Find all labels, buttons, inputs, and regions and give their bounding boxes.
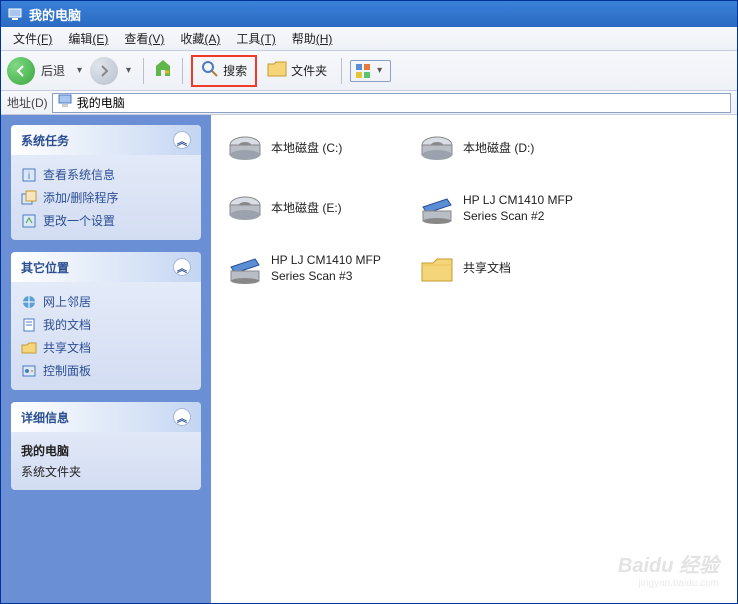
main-area: 系统任务 ︽ i 查看系统信息 添加/删除程序 更改一个设置 bbox=[1, 115, 737, 603]
link-label: 我的文档 bbox=[43, 316, 91, 333]
forward-button[interactable] bbox=[90, 57, 118, 85]
panel-title: 详细信息 bbox=[21, 409, 69, 426]
search-icon bbox=[201, 60, 219, 81]
watermark: Baidu 经验 jingyan.baidu.com bbox=[618, 549, 719, 589]
menu-tools[interactable]: 工具(T) bbox=[228, 28, 283, 49]
separator bbox=[341, 58, 342, 84]
control-panel-icon bbox=[21, 363, 37, 379]
panel-title: 系统任务 bbox=[21, 132, 69, 149]
separator bbox=[182, 58, 183, 84]
titlebar: 我的电脑 bbox=[1, 1, 737, 27]
task-change-setting[interactable]: 更改一个设置 bbox=[21, 209, 191, 232]
my-computer-icon bbox=[57, 94, 73, 111]
shared-folder[interactable]: 共享文档 bbox=[419, 251, 579, 287]
forward-dropdown[interactable]: ▾ bbox=[122, 65, 135, 76]
drive-e[interactable]: 本地磁盘 (E:) bbox=[227, 191, 387, 227]
drive-c[interactable]: 本地磁盘 (C:) bbox=[227, 131, 387, 167]
link-control-panel[interactable]: 控制面板 bbox=[21, 359, 191, 382]
folder-icon bbox=[21, 340, 37, 356]
panel-header[interactable]: 详细信息 ︽ bbox=[11, 402, 201, 432]
system-tasks-panel: 系统任务 ︽ i 查看系统信息 添加/删除程序 更改一个设置 bbox=[11, 125, 201, 240]
separator bbox=[143, 58, 144, 84]
details-type: 系统文件夹 bbox=[21, 461, 191, 482]
panel-body: 网上邻居 我的文档 共享文档 控制面板 bbox=[11, 282, 201, 390]
search-label: 搜索 bbox=[223, 62, 247, 79]
item-label: HP LJ CM1410 MFP Series Scan #3 bbox=[271, 253, 387, 284]
menu-help[interactable]: 帮助(H) bbox=[284, 28, 341, 49]
task-add-remove-programs[interactable]: 添加/删除程序 bbox=[21, 186, 191, 209]
collapse-icon[interactable]: ︽ bbox=[173, 408, 191, 426]
other-places-panel: 其它位置 ︽ 网上邻居 我的文档 共享文档 控制面板 bbox=[11, 252, 201, 390]
watermark-sub: jingyan.baidu.com bbox=[618, 578, 719, 589]
watermark-text: Baidu 经验 bbox=[618, 555, 719, 577]
task-view-system-info[interactable]: i 查看系统信息 bbox=[21, 163, 191, 186]
search-button[interactable]: 搜索 bbox=[191, 55, 257, 87]
menu-favorites[interactable]: 收藏(A) bbox=[172, 28, 228, 49]
task-label: 添加/删除程序 bbox=[43, 189, 118, 206]
panel-title: 其它位置 bbox=[21, 259, 69, 276]
addressbar: 地址(D) 我的电脑 bbox=[1, 91, 737, 115]
scanner-3[interactable]: HP LJ CM1410 MFP Series Scan #3 bbox=[227, 251, 387, 287]
scanner-icon bbox=[227, 251, 263, 287]
setting-icon bbox=[21, 213, 37, 229]
item-label: 本地磁盘 (C:) bbox=[271, 141, 342, 157]
scanner-icon bbox=[419, 191, 455, 227]
drive-icon bbox=[419, 131, 455, 167]
folder-icon bbox=[267, 60, 287, 81]
folders-button[interactable]: 文件夹 bbox=[261, 58, 333, 83]
drive-icon bbox=[227, 191, 263, 227]
window-title: 我的电脑 bbox=[29, 5, 81, 24]
panel-header[interactable]: 其它位置 ︽ bbox=[11, 252, 201, 282]
item-label: 共享文档 bbox=[463, 261, 511, 277]
task-label: 更改一个设置 bbox=[43, 212, 115, 229]
toolbar: 后退 ▾ ▾ 搜索 文件夹 ▾ bbox=[1, 51, 737, 91]
menu-edit[interactable]: 编辑(E) bbox=[60, 28, 116, 49]
panel-body: 我的电脑 系统文件夹 bbox=[11, 432, 201, 490]
folder-icon bbox=[419, 251, 455, 287]
back-label: 后退 bbox=[41, 62, 65, 79]
up-button[interactable] bbox=[152, 58, 174, 83]
menu-view[interactable]: 查看(V) bbox=[116, 28, 172, 49]
menu-file[interactable]: 文件(F) bbox=[5, 28, 60, 49]
link-label: 网上邻居 bbox=[43, 293, 91, 310]
drive-icon bbox=[227, 131, 263, 167]
scanner-2[interactable]: HP LJ CM1410 MFP Series Scan #2 bbox=[419, 191, 579, 227]
item-label: 本地磁盘 (D:) bbox=[463, 141, 534, 157]
info-icon: i bbox=[21, 167, 37, 183]
collapse-icon[interactable]: ︽ bbox=[173, 258, 191, 276]
svg-text:i: i bbox=[28, 171, 30, 182]
chevron-down-icon: ▾ bbox=[373, 65, 386, 76]
link-my-documents[interactable]: 我的文档 bbox=[21, 313, 191, 336]
addremove-icon bbox=[21, 190, 37, 206]
address-label: 地址(D) bbox=[7, 94, 48, 111]
collapse-icon[interactable]: ︽ bbox=[173, 131, 191, 149]
back-button[interactable] bbox=[7, 57, 35, 85]
views-button[interactable]: ▾ bbox=[350, 60, 391, 82]
item-grid: 本地磁盘 (C:) 本地磁盘 (D:) 本地磁盘 (E:) HP LJ CM14… bbox=[227, 131, 721, 287]
item-label: HP LJ CM1410 MFP Series Scan #2 bbox=[463, 193, 579, 224]
address-input[interactable]: 我的电脑 bbox=[52, 93, 731, 113]
back-dropdown[interactable]: ▾ bbox=[73, 65, 86, 76]
details-panel: 详细信息 ︽ 我的电脑 系统文件夹 bbox=[11, 402, 201, 490]
link-network-places[interactable]: 网上邻居 bbox=[21, 290, 191, 313]
sidebar: 系统任务 ︽ i 查看系统信息 添加/删除程序 更改一个设置 bbox=[1, 115, 211, 603]
task-label: 查看系统信息 bbox=[43, 166, 115, 183]
panel-body: i 查看系统信息 添加/删除程序 更改一个设置 bbox=[11, 155, 201, 240]
my-computer-icon bbox=[7, 6, 23, 22]
folders-label: 文件夹 bbox=[291, 62, 327, 79]
network-icon bbox=[21, 294, 37, 310]
link-label: 控制面板 bbox=[43, 362, 91, 379]
item-label: 本地磁盘 (E:) bbox=[271, 201, 342, 217]
mydocs-icon bbox=[21, 317, 37, 333]
drive-d[interactable]: 本地磁盘 (D:) bbox=[419, 131, 579, 167]
panel-header[interactable]: 系统任务 ︽ bbox=[11, 125, 201, 155]
details-name: 我的电脑 bbox=[21, 440, 191, 461]
menubar: 文件(F) 编辑(E) 查看(V) 收藏(A) 工具(T) 帮助(H) bbox=[1, 27, 737, 51]
address-value: 我的电脑 bbox=[77, 94, 125, 111]
link-label: 共享文档 bbox=[43, 339, 91, 356]
link-shared-docs[interactable]: 共享文档 bbox=[21, 336, 191, 359]
content-area[interactable]: 本地磁盘 (C:) 本地磁盘 (D:) 本地磁盘 (E:) HP LJ CM14… bbox=[211, 115, 737, 603]
